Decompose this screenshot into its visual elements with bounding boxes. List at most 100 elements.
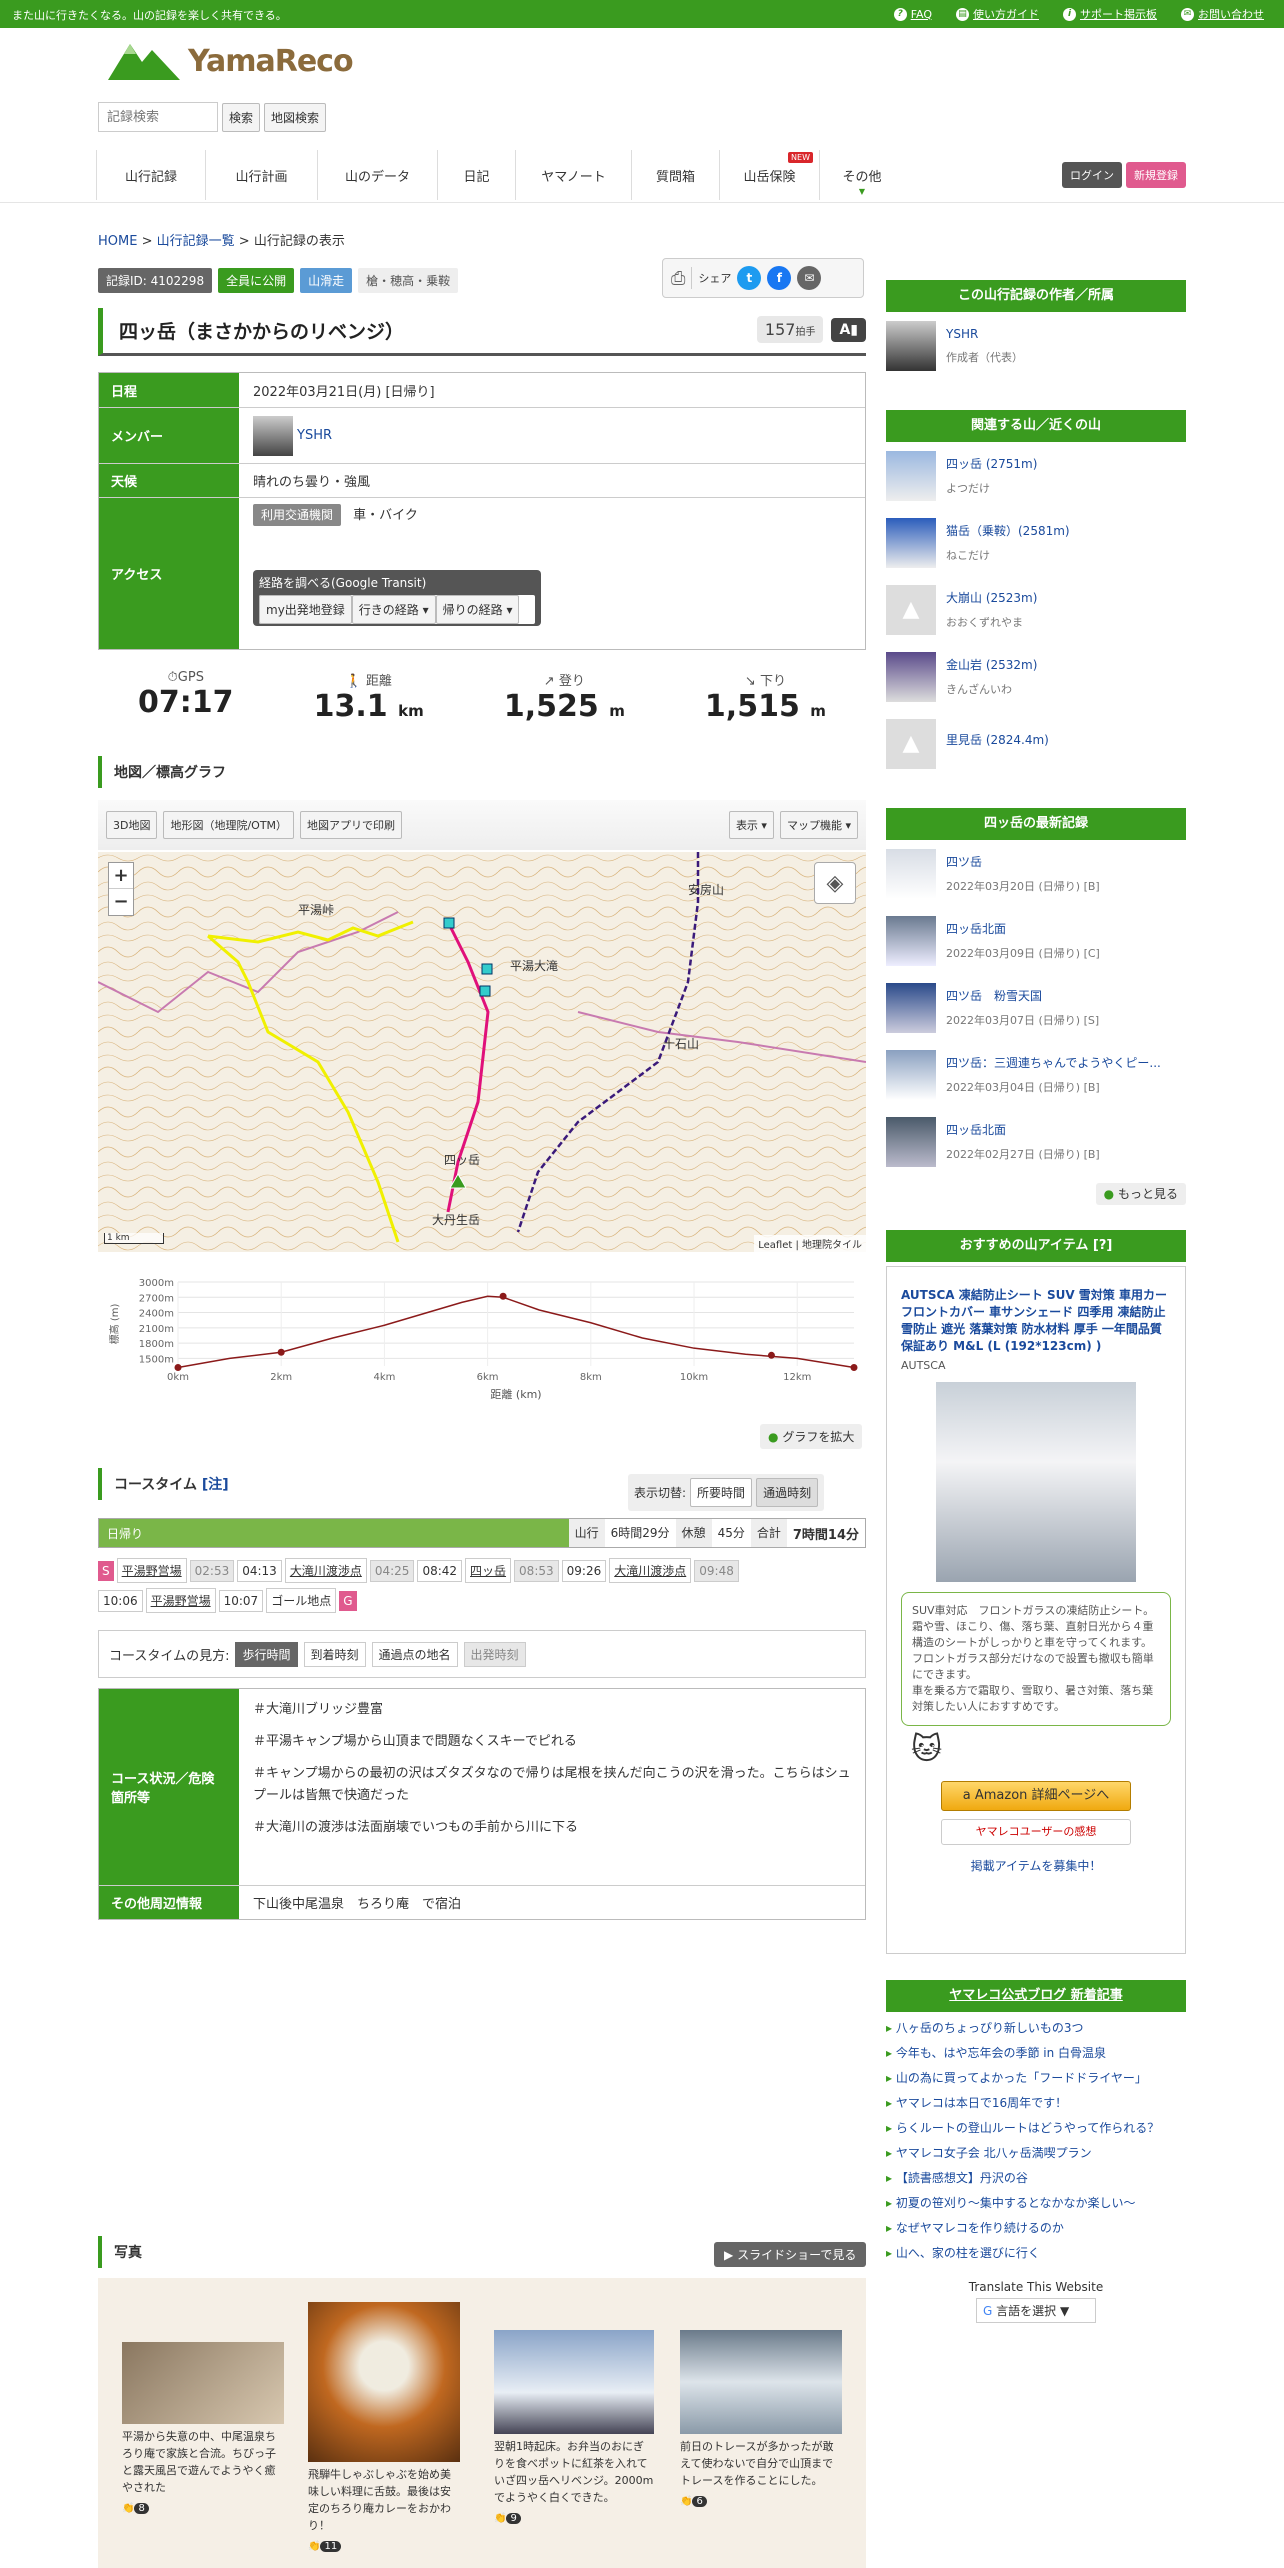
mountain-link[interactable]: 大崩山 (2523m) bbox=[946, 589, 1037, 606]
waypoint[interactable]: 大滝川渡渉点 bbox=[284, 1558, 367, 1583]
blog-link[interactable]: 八ヶ岳のちょっぴり新しいもの3つ bbox=[896, 2021, 1084, 2035]
genre-badge[interactable]: 山滑走 bbox=[300, 268, 353, 293]
my-origin-button[interactable]: my出発地登録 bbox=[259, 595, 352, 624]
font-size-toggle[interactable]: A▮ bbox=[831, 317, 866, 342]
blog-link[interactable]: なぜヤマレコを作り続けるのか bbox=[896, 2221, 1064, 2235]
blog-link[interactable]: 初夏の笹刈り～集中するとなかなか楽しい～ bbox=[896, 2196, 1136, 2210]
breadcrumb-list[interactable]: 山行記録一覧 bbox=[157, 234, 235, 249]
nav-plans[interactable]: 山行計画 bbox=[206, 150, 318, 200]
record-link[interactable]: 四ツ岳 bbox=[946, 853, 1100, 870]
review-button[interactable]: ヤマレコユーザーの感想 bbox=[941, 1819, 1131, 1845]
item-image[interactable] bbox=[936, 1382, 1136, 1582]
photo-item[interactable]: 飛騨牛しゃぶしゃぶを始め美味しい料理に舌鼓。最後は安定のちろり庵カレーをおかわり… bbox=[308, 2302, 460, 2555]
mountain-link[interactable]: 猫岳（乗鞍）(2581m) bbox=[946, 522, 1070, 539]
search-button[interactable]: 検索 bbox=[222, 102, 261, 132]
topo-map-button[interactable]: 地形図（地理院/OTM） bbox=[163, 811, 295, 839]
zoom-out-button[interactable]: − bbox=[109, 889, 133, 915]
print-map-button[interactable]: 地図アプリで印刷 bbox=[300, 811, 403, 839]
blog-link[interactable]: ヤマレコは本日で16周年です！ bbox=[896, 2096, 1067, 2110]
mountain-link[interactable]: 四ッ岳 (2751m) bbox=[946, 455, 1037, 472]
waypoint[interactable]: 平湯野営場 bbox=[116, 1558, 187, 1583]
twitter-icon[interactable]: t bbox=[737, 266, 762, 290]
record-link[interactable]: 四ツ岳：三週連ちゃんでようやくピー... bbox=[946, 1054, 1161, 1071]
map-search-button[interactable]: 地図検索 bbox=[264, 102, 327, 132]
area-badge[interactable]: 槍・穂高・乗鞍 bbox=[358, 268, 459, 293]
nav-diary[interactable]: 日記 bbox=[438, 150, 516, 200]
photo-likes[interactable]: 👏 11 bbox=[308, 2538, 342, 2555]
photo-likes[interactable]: 👏 8 bbox=[122, 2500, 149, 2517]
mountain-thumb[interactable] bbox=[886, 651, 936, 702]
author-avatar[interactable] bbox=[886, 321, 936, 371]
photo-thumbnail[interactable] bbox=[308, 2302, 460, 2462]
site-logo[interactable]: YamaReco bbox=[108, 40, 354, 82]
author-link[interactable]: YSHR bbox=[946, 327, 1023, 341]
note-link[interactable]: [注] bbox=[202, 1474, 229, 1494]
language-select[interactable]: G 言語を選択 ▼ bbox=[976, 2298, 1096, 2323]
nav-mountain-data[interactable]: 山のデータ bbox=[318, 150, 438, 200]
record-thumb[interactable] bbox=[886, 848, 936, 899]
item-title-link[interactable]: AUTSCA 凍結防止シート SUV 雪対策 車用カーフロントカバー 車サンシェ… bbox=[901, 1287, 1171, 1355]
facebook-icon[interactable]: f bbox=[767, 266, 792, 290]
print-icon[interactable]: ⎙ bbox=[671, 268, 685, 289]
map-functions-dropdown[interactable]: マップ機能 ▾ bbox=[779, 811, 858, 839]
nav-other[interactable]: その他 ▼ bbox=[820, 150, 904, 200]
mountain-placeholder-icon[interactable]: ▲ bbox=[886, 718, 936, 769]
route-map[interactable]: 平湯大滝 平湯峠 安房山 十石山 四ッ岳 大丹生岳 + − ◈ 1 km Leaf… bbox=[98, 852, 866, 1252]
map-attribution[interactable]: Leaflet | 地理院タイル bbox=[754, 1235, 866, 1252]
record-link[interactable]: 四ッ岳北面 bbox=[946, 1121, 1100, 1138]
faq-link[interactable]: ? FAQ bbox=[893, 6, 932, 22]
blog-link[interactable]: 今年も、はや忘年会の季節 in 白骨温泉 bbox=[896, 2046, 1106, 2060]
record-thumb[interactable] bbox=[886, 915, 936, 966]
record-link[interactable]: 四ツ岳 粉雪天国 bbox=[946, 987, 1099, 1004]
record-thumb[interactable] bbox=[886, 982, 936, 1033]
waypoint[interactable]: 大滝川渡渉点 bbox=[609, 1558, 692, 1583]
return-route-button[interactable]: 帰りの経路 ▾ bbox=[435, 595, 520, 624]
zoom-in-button[interactable]: + bbox=[109, 863, 133, 889]
layers-icon[interactable]: ◈ bbox=[814, 862, 856, 904]
record-link[interactable]: 四ッ岳北面 bbox=[946, 920, 1100, 937]
blog-link[interactable]: ヤマレコ女子会 北八ヶ岳満喫プラン bbox=[896, 2146, 1092, 2160]
photo-item[interactable]: 翌朝1時起床。お弁当のおにぎりを食べポットに紅茶を入れていざ四ッ岳へリベンジ。2… bbox=[494, 2330, 654, 2527]
display-dropdown[interactable]: 表示 ▾ bbox=[728, 811, 774, 839]
mountain-placeholder-icon[interactable]: ▲ bbox=[886, 584, 936, 635]
nav-insurance[interactable]: 山岳保険 NEW bbox=[720, 150, 820, 200]
nav-yamanote[interactable]: ヤマノート bbox=[516, 150, 632, 200]
blog-link[interactable]: らくルートの登山ルートはどうやって作られる？ bbox=[896, 2121, 1159, 2135]
outbound-route-button[interactable]: 行きの経路 ▾ bbox=[351, 595, 436, 624]
record-thumb[interactable] bbox=[886, 1049, 936, 1100]
nav-records[interactable]: 山行記録 bbox=[96, 150, 206, 200]
nav-questions[interactable]: 質問箱 bbox=[632, 150, 720, 200]
mountain-thumb[interactable] bbox=[886, 450, 936, 501]
slideshow-button[interactable]: ▶ スライドショーで見る bbox=[714, 2242, 867, 2267]
expand-graph-button[interactable]: ● グラフを拡大 bbox=[760, 1424, 863, 1449]
photo-item[interactable]: 前日のトレースが多かったが敢えて使わないで自分で山頂までトレースを作ることにした… bbox=[680, 2330, 842, 2510]
photo-thumbnail[interactable] bbox=[494, 2330, 654, 2434]
photo-likes[interactable]: 👏 9 bbox=[494, 2510, 521, 2527]
guide-link[interactable]: ▤ 使い方ガイド bbox=[956, 6, 1039, 22]
search-input[interactable] bbox=[98, 102, 218, 132]
photo-thumbnail[interactable] bbox=[122, 2342, 284, 2424]
login-button[interactable]: ログイン bbox=[1062, 162, 1122, 188]
more-button[interactable]: ● もっと見る bbox=[1095, 1183, 1186, 1205]
contact-link[interactable]: ✉ お問い合わせ bbox=[1181, 6, 1264, 22]
mountain-link[interactable]: 里見岳 (2824.4m) bbox=[946, 731, 1049, 748]
photo-item[interactable]: 平湯から失意の中、中尾温泉ちろり庵で家族と合流。ちびっ子と露天風呂で遊んでようや… bbox=[122, 2342, 284, 2517]
photo-likes[interactable]: 👏 6 bbox=[680, 2493, 707, 2510]
amazon-button[interactable]: a Amazon 詳細ページへ bbox=[941, 1781, 1131, 1811]
breadcrumb-home[interactable]: HOME bbox=[98, 234, 137, 249]
signup-button[interactable]: 新規登録 bbox=[1126, 162, 1186, 188]
waypoint[interactable]: 四ッ岳 bbox=[465, 1558, 512, 1583]
waypoint[interactable]: 平湯野営場 bbox=[145, 1588, 216, 1613]
recruit-link[interactable]: 掲載アイテムを募集中！ bbox=[887, 1857, 1185, 1874]
support-link[interactable]: i サポート掲示板 bbox=[1063, 6, 1157, 22]
time-toggle[interactable]: 通過時刻 bbox=[756, 1478, 819, 1507]
photo-thumbnail[interactable] bbox=[680, 2330, 842, 2434]
blog-link[interactable]: 山の為に買ってよかった「フードドライヤー」 bbox=[896, 2071, 1147, 2085]
record-thumb[interactable] bbox=[886, 1116, 936, 1167]
handclap-count[interactable]: 157拍手 bbox=[756, 316, 824, 343]
member-link[interactable]: YSHR bbox=[297, 428, 332, 443]
avatar[interactable] bbox=[253, 415, 293, 456]
duration-toggle[interactable]: 所要時間 bbox=[690, 1478, 753, 1507]
blog-link[interactable]: 山へ、家の柱を選びに行く bbox=[896, 2246, 1040, 2260]
mail-share-icon[interactable]: ✉ bbox=[797, 266, 822, 290]
